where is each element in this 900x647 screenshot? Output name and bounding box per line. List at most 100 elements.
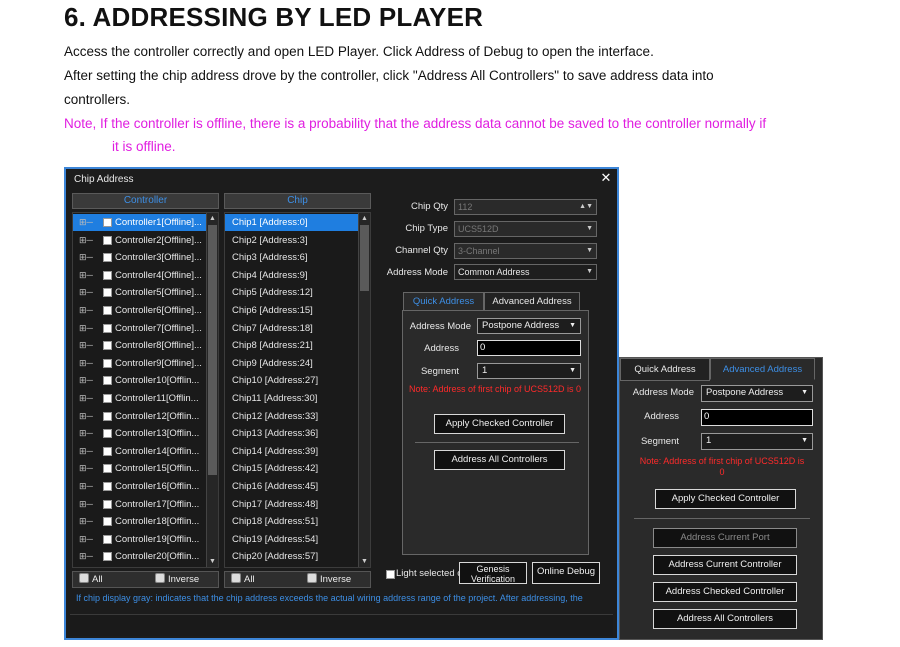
- close-icon[interactable]: ✕: [599, 171, 613, 185]
- controller-list-scrollbar[interactable]: ▲ ▼: [206, 213, 218, 567]
- chip-list-item[interactable]: Chip10 [Address:27]: [225, 372, 359, 389]
- tree-expand-icon[interactable]: ⊞─: [79, 548, 93, 565]
- tree-expand-icon[interactable]: ⊞─: [79, 496, 93, 513]
- chip-list-item[interactable]: Chip20 [Address:57]: [225, 548, 359, 565]
- select-all-controllers-button[interactable]: All: [79, 573, 103, 587]
- scroll-up-icon[interactable]: ▲: [359, 213, 370, 224]
- panel-segment-select[interactable]: 1 ▼: [701, 433, 813, 450]
- chip-list-item[interactable]: Chip11 [Address:30]: [225, 390, 359, 407]
- scroll-down-icon[interactable]: ▼: [359, 556, 370, 567]
- chip-qty-field[interactable]: 112 ▲▼: [454, 199, 597, 215]
- controller-list-item[interactable]: ⊞─ Controller7[Offline]...: [73, 320, 207, 337]
- controller-checkbox[interactable]: [103, 376, 112, 386]
- q-address-mode-select[interactable]: Postpone Address ▼: [477, 318, 581, 334]
- tree-expand-icon[interactable]: ⊞─: [79, 284, 93, 301]
- chip-type-select[interactable]: UCS512D ▼: [454, 221, 597, 237]
- scroll-down-icon[interactable]: ▼: [207, 556, 218, 567]
- controller-list-item[interactable]: ⊞─ Controller18[Offlin...: [73, 513, 207, 530]
- controller-checkbox[interactable]: [103, 482, 112, 491]
- tab-quick-address[interactable]: Quick Address: [403, 292, 484, 310]
- tree-expand-icon[interactable]: ⊞─: [79, 320, 93, 337]
- chip-list-item[interactable]: Chip17 [Address:48]: [225, 496, 359, 513]
- tree-expand-icon[interactable]: ⊞─: [79, 302, 93, 319]
- controller-list-item[interactable]: ⊞─ Controller2[Offline]...: [73, 232, 207, 249]
- controller-checkbox[interactable]: [103, 323, 112, 333]
- stepper-icon[interactable]: ▲▼: [579, 200, 593, 214]
- controller-checkbox[interactable]: [103, 288, 112, 298]
- controller-checkbox[interactable]: [103, 446, 112, 456]
- controller-checkbox[interactable]: [103, 517, 112, 527]
- channel-qty-select[interactable]: 3-Channel ▼: [454, 243, 597, 259]
- tree-expand-icon[interactable]: ⊞─: [79, 408, 93, 425]
- controller-list-item[interactable]: ⊞─ Controller6[Offline]...: [73, 302, 207, 319]
- chip-list-item[interactable]: Chip12 [Address:33]: [225, 408, 359, 425]
- tree-expand-icon[interactable]: ⊞─: [79, 372, 93, 389]
- chip-list-item[interactable]: Chip8 [Address:21]: [225, 337, 359, 354]
- tree-expand-icon[interactable]: ⊞─: [79, 513, 93, 530]
- panel-apply-checked-controller-button[interactable]: Apply Checked Controller: [655, 489, 796, 509]
- controller-checkbox[interactable]: [103, 411, 112, 421]
- tree-expand-icon[interactable]: ⊞─: [79, 267, 93, 284]
- chip-list-item[interactable]: Chip16 [Address:45]: [225, 478, 359, 495]
- controller-checkbox[interactable]: [103, 306, 112, 315]
- controller-list-item[interactable]: ⊞─ Controller17[Offlin...: [73, 496, 207, 513]
- chip-list-item[interactable]: Chip13 [Address:36]: [225, 425, 359, 442]
- chip-list-item[interactable]: Chip5 [Address:12]: [225, 284, 359, 301]
- tree-expand-icon[interactable]: ⊞─: [79, 214, 93, 231]
- chip-list-item[interactable]: Chip2 [Address:3]: [225, 232, 359, 249]
- address-all-controllers-button[interactable]: Address All Controllers: [434, 450, 565, 470]
- chip-list-item[interactable]: Chip3 [Address:6]: [225, 249, 359, 266]
- genesis-verification-button[interactable]: Genesis Verification: [459, 562, 527, 584]
- chip-list-item[interactable]: Chip7 [Address:18]: [225, 320, 359, 337]
- controller-checkbox[interactable]: [103, 394, 112, 403]
- controller-checkbox[interactable]: [103, 341, 112, 351]
- controller-list-item[interactable]: ⊞─ Controller3[Offline]...: [73, 249, 207, 266]
- controller-checkbox[interactable]: [103, 235, 112, 245]
- controller-checkbox[interactable]: [103, 464, 112, 474]
- controller-list-item[interactable]: ⊞─ Controller12[Offlin...: [73, 408, 207, 425]
- address-current-port-button[interactable]: Address Current Port: [653, 528, 797, 548]
- q-segment-select[interactable]: 1 ▼: [477, 363, 581, 379]
- panel-address-all-controllers-button[interactable]: Address All Controllers: [653, 609, 797, 629]
- controller-checkbox[interactable]: [103, 253, 112, 263]
- controller-checkbox[interactable]: [103, 358, 112, 368]
- apply-checked-controller-button[interactable]: Apply Checked Controller: [434, 414, 565, 434]
- tree-expand-icon[interactable]: ⊞─: [79, 531, 93, 548]
- controller-list-item[interactable]: ⊞─ Controller11[Offlin...: [73, 390, 207, 407]
- select-all-chips-button[interactable]: All: [231, 573, 255, 587]
- controller-list-item[interactable]: ⊞─ Controller14[Offlin...: [73, 443, 207, 460]
- controller-checkbox[interactable]: [103, 270, 112, 280]
- chip-list-item[interactable]: Chip14 [Address:39]: [225, 443, 359, 460]
- controller-list-item[interactable]: ⊞─ Controller13[Offlin...: [73, 425, 207, 442]
- tree-expand-icon[interactable]: ⊞─: [79, 425, 93, 442]
- tree-expand-icon[interactable]: ⊞─: [79, 355, 93, 372]
- tree-expand-icon[interactable]: ⊞─: [79, 337, 93, 354]
- chip-list-scrollbar[interactable]: ▲ ▼: [358, 213, 370, 567]
- controller-list-item[interactable]: ⊞─ Controller15[Offlin...: [73, 460, 207, 477]
- controller-list-item[interactable]: ⊞─ Controller8[Offline]...: [73, 337, 207, 354]
- panel-tab-quick-address[interactable]: Quick Address: [620, 358, 710, 380]
- chip-list-item[interactable]: Chip6 [Address:15]: [225, 302, 359, 319]
- tree-expand-icon[interactable]: ⊞─: [79, 443, 93, 460]
- controller-checkbox[interactable]: [103, 429, 112, 439]
- controller-list-item[interactable]: ⊞─ Controller1[Offline]...: [73, 214, 207, 231]
- scroll-thumb[interactable]: [208, 225, 217, 475]
- controller-list-item[interactable]: ⊞─ Controller16[Offlin...: [73, 478, 207, 495]
- tree-expand-icon[interactable]: ⊞─: [79, 249, 93, 266]
- online-debug-button[interactable]: Online Debug: [532, 562, 600, 584]
- controller-checkbox[interactable]: [103, 552, 112, 562]
- tree-expand-icon[interactable]: ⊞─: [79, 460, 93, 477]
- q-address-input[interactable]: 0: [477, 340, 581, 356]
- controller-checkbox[interactable]: [103, 534, 112, 544]
- controller-checkbox[interactable]: [103, 499, 112, 509]
- tree-expand-icon[interactable]: ⊞─: [79, 390, 93, 407]
- address-current-controller-button[interactable]: Address Current Controller: [653, 555, 797, 575]
- controller-list-item[interactable]: ⊞─ Controller9[Offline]...: [73, 355, 207, 372]
- inverse-chips-button[interactable]: Inverse: [307, 573, 351, 587]
- controller-list-item[interactable]: ⊞─ Controller5[Offline]...: [73, 284, 207, 301]
- controller-list-item[interactable]: ⊞─ Controller10[Offlin...: [73, 372, 207, 389]
- controller-list-item[interactable]: ⊞─ Controller19[Offlin...: [73, 531, 207, 548]
- panel-tab-advanced-address[interactable]: Advanced Address: [710, 358, 815, 380]
- tree-expand-icon[interactable]: ⊞─: [79, 232, 93, 249]
- tree-expand-icon[interactable]: ⊞─: [79, 478, 93, 495]
